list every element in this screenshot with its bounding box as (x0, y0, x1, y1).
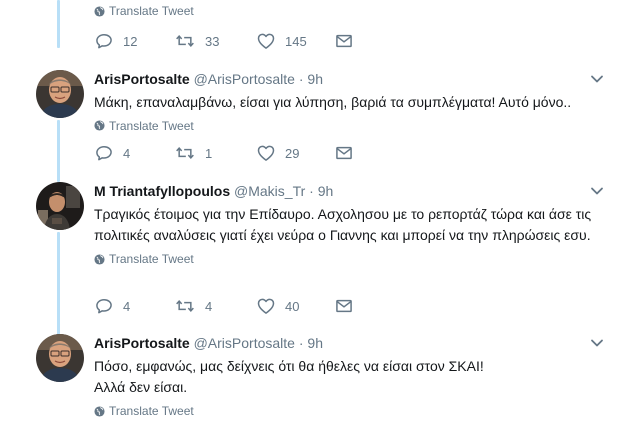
avatar-photo (36, 334, 84, 382)
envelope-icon (334, 143, 354, 163)
retweet-icon (174, 31, 196, 51)
retweet-count: 33 (205, 33, 220, 49)
message-button[interactable] (334, 143, 354, 163)
like-count: 29 (285, 145, 300, 161)
user-handle[interactable]: @Makis_Tr (234, 183, 305, 199)
translate-tweet-link[interactable]: Translate Tweet (94, 251, 604, 267)
avatar[interactable] (36, 334, 84, 382)
timestamp[interactable]: 9h (318, 183, 334, 199)
retweet-icon (174, 143, 196, 163)
chevron-down-icon[interactable] (590, 72, 604, 86)
reply-icon (94, 31, 114, 51)
envelope-icon (334, 31, 354, 51)
timestamp[interactable]: 9h (307, 71, 323, 87)
retweet-button[interactable]: 4 (174, 296, 212, 316)
tweet[interactable]: M Triantafyllopoulos @Makis_Tr · 9h Τραγ… (0, 172, 634, 324)
translate-label: Translate Tweet (109, 252, 194, 266)
message-button[interactable] (334, 296, 354, 316)
like-count: 40 (285, 298, 300, 314)
globe-icon (94, 406, 105, 417)
globe-icon (94, 6, 105, 17)
avatar[interactable] (36, 70, 84, 118)
tweet-text: Τραγικός έτοιμος για την Επίδαυρο. Ασχολ… (94, 206, 592, 243)
display-name[interactable]: M Triantafyllopoulos (94, 183, 230, 199)
translate-label: Translate Tweet (109, 404, 194, 418)
retweet-button[interactable]: 1 (174, 143, 212, 163)
retweet-count: 4 (205, 298, 213, 314)
like-count: 145 (285, 33, 307, 49)
like-button[interactable]: 29 (256, 143, 299, 163)
tweet-text: Μάκη, επαναλαμβάνω, είσαι για λύπηση, βα… (94, 94, 572, 110)
tweet-fragment: Translate Tweet 12 33 145 (0, 0, 634, 60)
globe-icon (94, 254, 105, 265)
tweet-header: ArisPortosalte @ArisPortosalte · 9h (94, 334, 604, 352)
user-handle[interactable]: @ArisPortosalte (194, 335, 295, 351)
separator-dot: · (298, 71, 304, 87)
tweet-text-line: Αλλά δεν είσαι. (94, 378, 188, 395)
like-button[interactable]: 40 (256, 296, 299, 316)
user-handle[interactable]: @ArisPortosalte (194, 71, 295, 87)
reply-button[interactable]: 12 (94, 31, 137, 51)
tweet-text: Πόσο, εμφανώς, μας δείχνεις ότι θα ήθελε… (94, 356, 604, 397)
retweet-icon (174, 296, 196, 316)
translate-tweet-link[interactable]: Translate Tweet (94, 3, 604, 19)
chevron-down-icon[interactable] (590, 184, 604, 198)
translate-tweet-link[interactable]: Translate Tweet (94, 403, 604, 419)
avatar[interactable] (36, 182, 84, 230)
retweet-button[interactable]: 33 (174, 31, 219, 51)
message-button[interactable] (334, 31, 354, 51)
separator-dot: · (298, 335, 304, 351)
heart-icon (256, 31, 276, 51)
tweet[interactable]: ArisPortosalte @ArisPortosalte · 9h Πόσο… (0, 324, 634, 430)
tweet-header: M Triantafyllopoulos @Makis_Tr · 9h (94, 182, 604, 200)
reply-button[interactable]: 4 (94, 296, 130, 316)
avatar-photo (36, 70, 84, 118)
translate-label: Translate Tweet (109, 118, 194, 133)
reply-count: 4 (123, 145, 131, 161)
reply-icon (94, 296, 114, 316)
chevron-down-icon[interactable] (590, 336, 604, 350)
separator-dot: · (309, 183, 314, 199)
like-button[interactable]: 145 (256, 31, 307, 51)
avatar-photo (36, 182, 84, 230)
reply-count: 12 (123, 33, 138, 49)
heart-icon (256, 143, 276, 163)
tweet-text-line: Πόσο, εμφανώς, μας δείχνεις ότι θα ήθελε… (94, 358, 484, 374)
globe-icon (94, 120, 105, 131)
translate-label: Translate Tweet (109, 4, 194, 18)
display-name[interactable]: ArisPortosalte (94, 335, 190, 351)
retweet-count: 1 (205, 145, 213, 161)
reply-count: 4 (123, 298, 131, 314)
heart-icon (256, 296, 276, 316)
tweet[interactable]: ArisPortosalte @ArisPortosalte · 9h Μάκη… (0, 60, 634, 172)
reply-button[interactable]: 4 (94, 143, 130, 163)
display-name[interactable]: ArisPortosalte (94, 71, 190, 87)
timestamp[interactable]: 9h (307, 335, 323, 351)
translate-tweet-link[interactable]: Translate Tweet (94, 118, 604, 134)
envelope-icon (334, 296, 354, 316)
tweet-header: ArisPortosalte @ArisPortosalte · 9h (94, 70, 604, 88)
reply-icon (94, 143, 114, 163)
